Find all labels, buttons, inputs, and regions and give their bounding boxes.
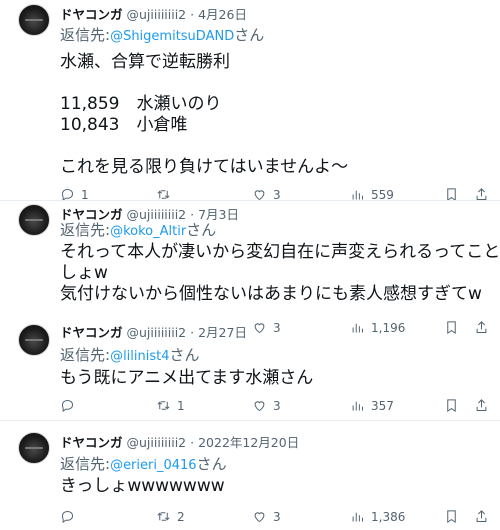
bookmark-button[interactable] (444, 320, 459, 335)
like-button[interactable]: 3 (252, 398, 281, 413)
share-icon (476, 399, 487, 411)
tweet-header: ドヤコンガ @ujiiiiiiii2 · 4月26日 (60, 4, 247, 23)
avatar[interactable] (18, 4, 50, 36)
reply-label: 返信先: (60, 221, 111, 239)
reply-icon (61, 399, 74, 413)
like-icon (254, 512, 265, 523)
reply-to-line: 返信先:@koko_Altirさん (60, 219, 216, 240)
views-count: 1,386 (371, 509, 406, 524)
views-count: 357 (371, 398, 394, 413)
honorific: さん (186, 221, 217, 239)
tweet-text-blank (60, 136, 348, 157)
like-icon (254, 401, 265, 412)
like-button[interactable]: 3 (252, 320, 281, 335)
retweet-button[interactable]: 1 (156, 398, 185, 413)
retweet-button[interactable]: 2 (156, 509, 185, 524)
post-date[interactable]: 4月26日 (198, 7, 247, 22)
post-date[interactable]: 2022年12月20日 (198, 435, 299, 450)
retweet-icon (157, 401, 170, 410)
separator: · (190, 7, 195, 22)
tweet-text-line: これを見る限り負けてはいませんよ～ (60, 157, 349, 177)
display-name[interactable]: ドヤコンガ (60, 435, 123, 450)
tweet-text: もう既にアニメ出てます水瀬さん (60, 368, 313, 389)
retweet-count: 2 (177, 509, 185, 524)
retweet-icon (157, 512, 170, 521)
like-count: 3 (273, 320, 281, 335)
bookmark-button[interactable] (444, 398, 459, 413)
views-button[interactable]: 357 (350, 398, 394, 413)
tweet-text-blank (60, 73, 348, 94)
tweet-text: それって本人が凄いから変幻自在に声変えられるってことで しょw 気付けないから個… (60, 242, 500, 305)
bookmark-icon (447, 510, 456, 524)
views-icon (352, 323, 363, 333)
overlay-action-bar: 3 1,196 (60, 320, 487, 338)
display-name[interactable]: ドヤコンガ (60, 7, 123, 22)
reply-label: 返信先: (60, 26, 111, 44)
mention-link[interactable]: @lilinist4 (110, 349, 169, 364)
share-button[interactable] (474, 320, 489, 335)
reply-button[interactable] (60, 398, 81, 413)
tweet-header: ドヤコンガ @ujiiiiiiii2 · 2022年12月20日 (60, 432, 299, 451)
views-icon (352, 512, 363, 522)
retweet-count: 1 (177, 398, 185, 413)
tweet-4[interactable]: ドヤコンガ @ujiiiiiiii2 · 2022年12月20日 返信先:@er… (0, 420, 500, 530)
action-bar: 2 3 1,386 (60, 509, 487, 527)
views-count: 1,196 (371, 320, 406, 335)
mention-link[interactable]: @koko_Altir (110, 224, 186, 239)
avatar[interactable] (18, 324, 50, 356)
tweet-text-line: きっしょwwwwwww (60, 476, 225, 496)
like-button[interactable]: 3 (252, 509, 281, 524)
tweet-text-line: 水瀬、合算で逆転勝利 (60, 52, 230, 72)
reply-label: 返信先: (60, 346, 111, 364)
honorific: さん (234, 26, 265, 44)
views-button[interactable]: 1,386 (350, 509, 405, 524)
like-count: 3 (273, 398, 281, 413)
views-button[interactable]: 1,196 (350, 320, 405, 335)
reply-to-line: 返信先:@erieri_0416さん (60, 453, 227, 474)
tweet-text: 水瀬、合算で逆転勝利 11,859 水瀬いのり 10,843 小倉唯 これを見る… (60, 52, 348, 178)
share-button[interactable] (474, 509, 489, 524)
tweet-1[interactable]: ドヤコンガ @ujiiiiiiii2 · 4月26日 返信先:@Shigemit… (0, 0, 500, 218)
share-icon (476, 321, 487, 333)
like-count: 3 (273, 509, 281, 524)
bookmark-icon (447, 321, 456, 335)
reply-to-line: 返信先:@lilinist4さん (60, 344, 200, 365)
separator: · (190, 435, 195, 450)
tweet-text-line: 11,859 水瀬いのり (60, 94, 222, 114)
tweet-text-line: もう既にアニメ出てます水瀬さん (60, 368, 314, 388)
tweet-text-line: それって本人が凄いから変幻自在に声変えられるってことで (60, 242, 500, 262)
honorific: さん (196, 455, 227, 473)
reply-icon (61, 510, 74, 524)
user-handle[interactable]: @ujiiiiiiii2 (127, 435, 187, 450)
share-button[interactable] (474, 398, 489, 413)
reply-to-line: 返信先:@ShigemitsuDANDさん (60, 24, 264, 45)
reply-button[interactable] (60, 509, 81, 524)
bookmark-icon (447, 399, 456, 413)
tweet-text-line: 気付けないから個性ないはあまりにも素人感想すぎてw (60, 284, 482, 304)
user-handle[interactable]: @ujiiiiiiii2 (127, 7, 187, 22)
bookmark-button[interactable] (444, 509, 459, 524)
tweet-text-line: 10,843 小倉唯 (60, 115, 188, 135)
action-bar: 1 3 357 (60, 398, 487, 416)
avatar[interactable] (18, 204, 50, 236)
tweet-text: きっしょwwwwwww (60, 476, 225, 497)
reply-label: 返信先: (60, 455, 111, 473)
avatar[interactable] (18, 432, 50, 464)
tweet-3[interactable]: ドヤコンガ @ujiiiiiiii2 · 2月27日 3 1,196 返信先:@… (0, 318, 500, 418)
honorific: さん (169, 346, 200, 364)
views-icon (352, 401, 363, 411)
tweet-text-line: しょw (60, 263, 108, 283)
like-icon (254, 323, 265, 334)
mention-link[interactable]: @ShigemitsuDAND (110, 29, 234, 44)
tweet-2[interactable]: ドヤコンガ @ujiiiiiiii2 · 7月3日 返信先:@koko_Alti… (0, 200, 500, 318)
share-icon (476, 510, 487, 522)
mention-link[interactable]: @erieri_0416 (110, 458, 197, 473)
